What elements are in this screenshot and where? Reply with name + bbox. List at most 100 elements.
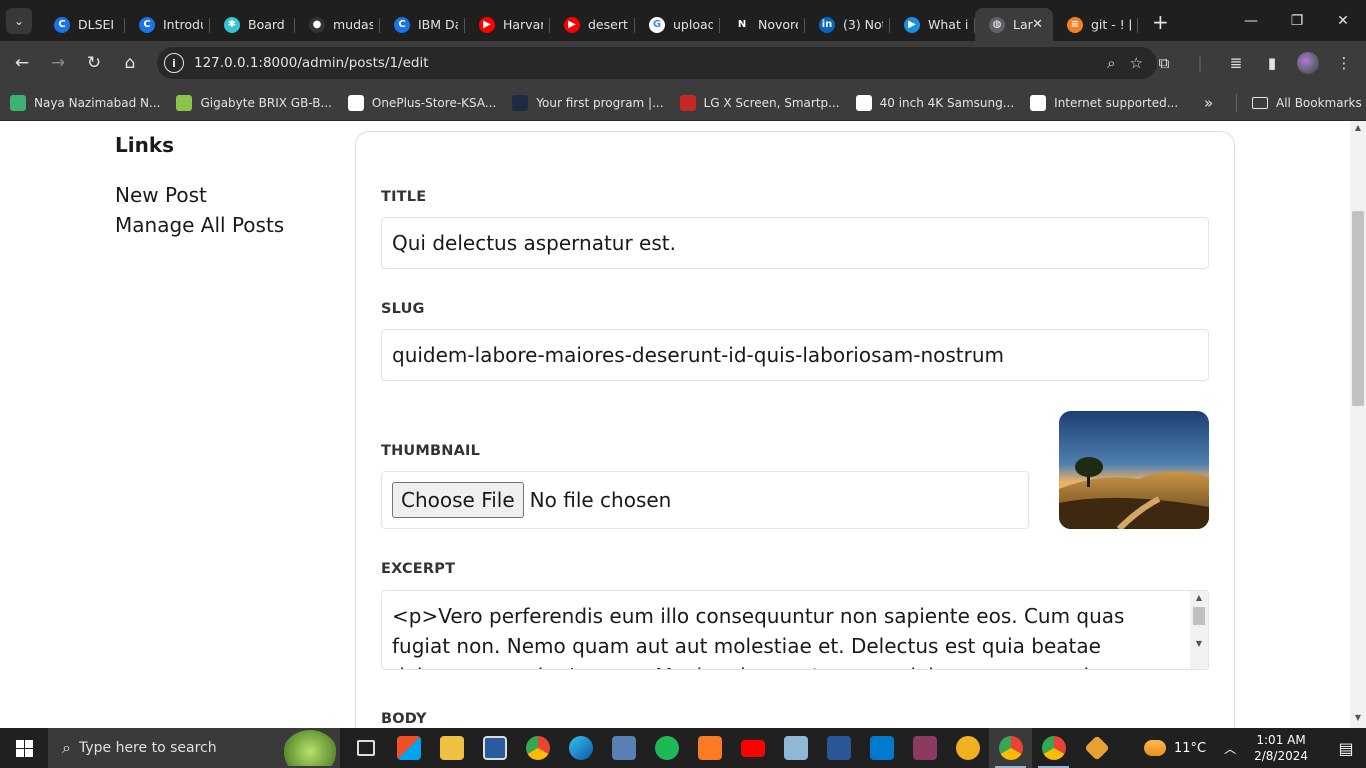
tab-favicon-icon: in [819, 16, 835, 33]
address-bar[interactable]: i 127.0.0.1:8000/admin/posts/1/edit ⌕ ☆ [157, 47, 1157, 79]
all-bookmarks-button[interactable]: All Bookmarks [1252, 96, 1362, 110]
bookmark-item[interactable]: 40 inch 4K Samsung... [855, 94, 1014, 111]
app-icon[interactable] [473, 728, 516, 768]
tab-title: Introdu [163, 17, 203, 32]
page-scroll-up-icon[interactable]: ▲ [1350, 123, 1366, 132]
chevron-up-icon[interactable]: ︿ [1224, 740, 1236, 757]
date-text: 2/8/2024 [1254, 749, 1308, 763]
weather-widget[interactable]: 11°C [1143, 740, 1206, 756]
windows-icon [15, 739, 33, 757]
bookmark-item[interactable]: Gigabyte BRIX GB-B... [176, 94, 332, 111]
bookmark-favicon-icon [10, 94, 26, 111]
xampp-icon[interactable] [688, 728, 731, 768]
side-panel-icon[interactable]: ▮ [1256, 54, 1288, 72]
store-icon[interactable] [387, 728, 430, 768]
excerpt-scrollbar[interactable]: ▲ ▼ [1190, 591, 1208, 669]
start-button[interactable] [0, 728, 48, 768]
bookmark-star-icon[interactable]: ☆ [1130, 54, 1143, 72]
excerpt-textarea[interactable]: <p>Vero perferendis eum illo consequuntu… [381, 590, 1209, 670]
tab-title: git - ! [ [1091, 17, 1131, 32]
browser-tab[interactable]: in (3) Not [805, 8, 890, 41]
body-label: BODY [381, 711, 427, 727]
bookmark-label: Your first program |... [536, 95, 664, 110]
browser-tab[interactable]: ◍ Lar ✕ [975, 8, 1053, 41]
app-duck-icon[interactable] [946, 728, 989, 768]
chrome-icon[interactable] [516, 728, 559, 768]
zoom-icon[interactable]: ⌕ [1107, 54, 1115, 72]
excerpt-scroll-thumb[interactable] [1193, 607, 1205, 625]
bookmark-item[interactable]: LG X Screen, Smartp... [679, 94, 840, 111]
tab-favicon-icon: ▶ [564, 16, 580, 33]
tab-title: (3) Not [843, 17, 883, 32]
folder-icon [1252, 96, 1268, 109]
scroll-down-icon[interactable]: ▼ [1190, 639, 1208, 648]
new-post-link[interactable]: New Post [115, 183, 207, 207]
browser-tab[interactable]: C Introdu [125, 8, 210, 41]
tab-favicon-icon: C [54, 16, 70, 33]
more-bookmarks-icon[interactable]: » [1204, 94, 1213, 112]
close-tab-icon[interactable]: ✕ [1032, 17, 1043, 32]
page-scrollbar[interactable]: ▲ ▼ [1350, 121, 1366, 728]
profile-avatar[interactable] [1292, 52, 1324, 74]
thumbnail-preview [1059, 411, 1209, 529]
page-scroll-down-icon[interactable]: ▼ [1350, 713, 1366, 722]
clock[interactable]: 1:01 AM 2/8/2024 [1254, 732, 1308, 764]
more-menu-icon[interactable]: ⋮ [1328, 54, 1360, 72]
manage-posts-link[interactable]: Manage All Posts [115, 213, 284, 237]
file-explorer-icon[interactable] [430, 728, 473, 768]
winrar-icon[interactable] [903, 728, 946, 768]
reload-button[interactable]: ↻ [76, 45, 112, 81]
back-button[interactable]: ← [4, 45, 40, 81]
title-input[interactable]: Qui delectus aspernatur est. [381, 217, 1209, 269]
media-controls-icon[interactable]: ≣ [1220, 54, 1252, 72]
spotify-icon[interactable] [645, 728, 688, 768]
computer-icon[interactable] [602, 728, 645, 768]
edge-icon[interactable] [559, 728, 602, 768]
bookmark-label: Naya Nazimabad N... [34, 95, 161, 110]
bookmark-item[interactable]: Internet supported... [1030, 94, 1178, 111]
youtube-icon[interactable] [731, 728, 774, 768]
choose-file-button[interactable]: Choose File [392, 482, 524, 518]
chrome-active-icon[interactable] [989, 728, 1032, 768]
git-icon[interactable] [1075, 728, 1118, 768]
close-window-button[interactable]: ✕ [1320, 0, 1366, 41]
site-info-icon[interactable]: i [164, 53, 184, 73]
bookmark-item[interactable]: OnePlus-Store-KSA... [347, 94, 496, 111]
browser-tab[interactable]: ▶ Harvar [465, 8, 550, 41]
browser-tab[interactable]: C IBM Da [380, 8, 465, 41]
browser-tab[interactable]: ▶ What is [890, 8, 975, 41]
tab-title: What is [928, 17, 968, 32]
new-tab-button[interactable]: + [1152, 10, 1169, 34]
forward-button[interactable]: → [40, 45, 76, 81]
browser-tab[interactable]: ▶ desert [550, 8, 635, 41]
home-button[interactable]: ⌂ [112, 45, 148, 81]
slug-input[interactable]: quidem-labore-maiores-deserunt-id-quis-l… [381, 329, 1209, 381]
bookmark-item[interactable]: Your first program |... [512, 94, 664, 111]
search-icon: ⌕ [62, 738, 71, 757]
url-text[interactable]: 127.0.0.1:8000/admin/posts/1/edit [194, 55, 429, 71]
tab-title: upload [673, 17, 713, 32]
bookmark-item[interactable]: Naya Nazimabad N... [10, 94, 161, 111]
browser-tab[interactable]: ✱ Board - [210, 8, 295, 41]
vscode-icon[interactable] [860, 728, 903, 768]
browser-tab[interactable]: N Novore [720, 8, 805, 41]
task-view-icon[interactable] [344, 728, 387, 768]
extensions-icon[interactable]: ⧉ [1148, 54, 1180, 72]
browser-tab[interactable]: ≡ git - ! [ [1053, 8, 1138, 41]
minimize-button[interactable]: — [1228, 0, 1274, 41]
search-highlight-image [280, 730, 340, 766]
thumbnail-file-input[interactable]: Choose File No file chosen [381, 471, 1029, 529]
notes-icon[interactable] [774, 728, 817, 768]
tab-search-button[interactable]: ⌄ [6, 7, 32, 34]
scroll-up-icon[interactable]: ▲ [1190, 593, 1208, 602]
notification-icon[interactable]: ▤ [1326, 739, 1366, 758]
browser-tab[interactable]: ● mudas [295, 8, 380, 41]
restore-button[interactable]: ❐ [1274, 0, 1320, 41]
browser-tab[interactable]: C DLSEI F [40, 8, 125, 41]
browser-tab[interactable]: Gupload [635, 8, 720, 41]
page-scroll-thumb[interactable] [1352, 211, 1364, 406]
chrome-profile-icon[interactable] [1032, 728, 1075, 768]
taskbar-search[interactable]: ⌕ Type here to search [48, 728, 340, 768]
word-icon[interactable] [817, 728, 860, 768]
bookmark-favicon-icon [347, 94, 364, 111]
